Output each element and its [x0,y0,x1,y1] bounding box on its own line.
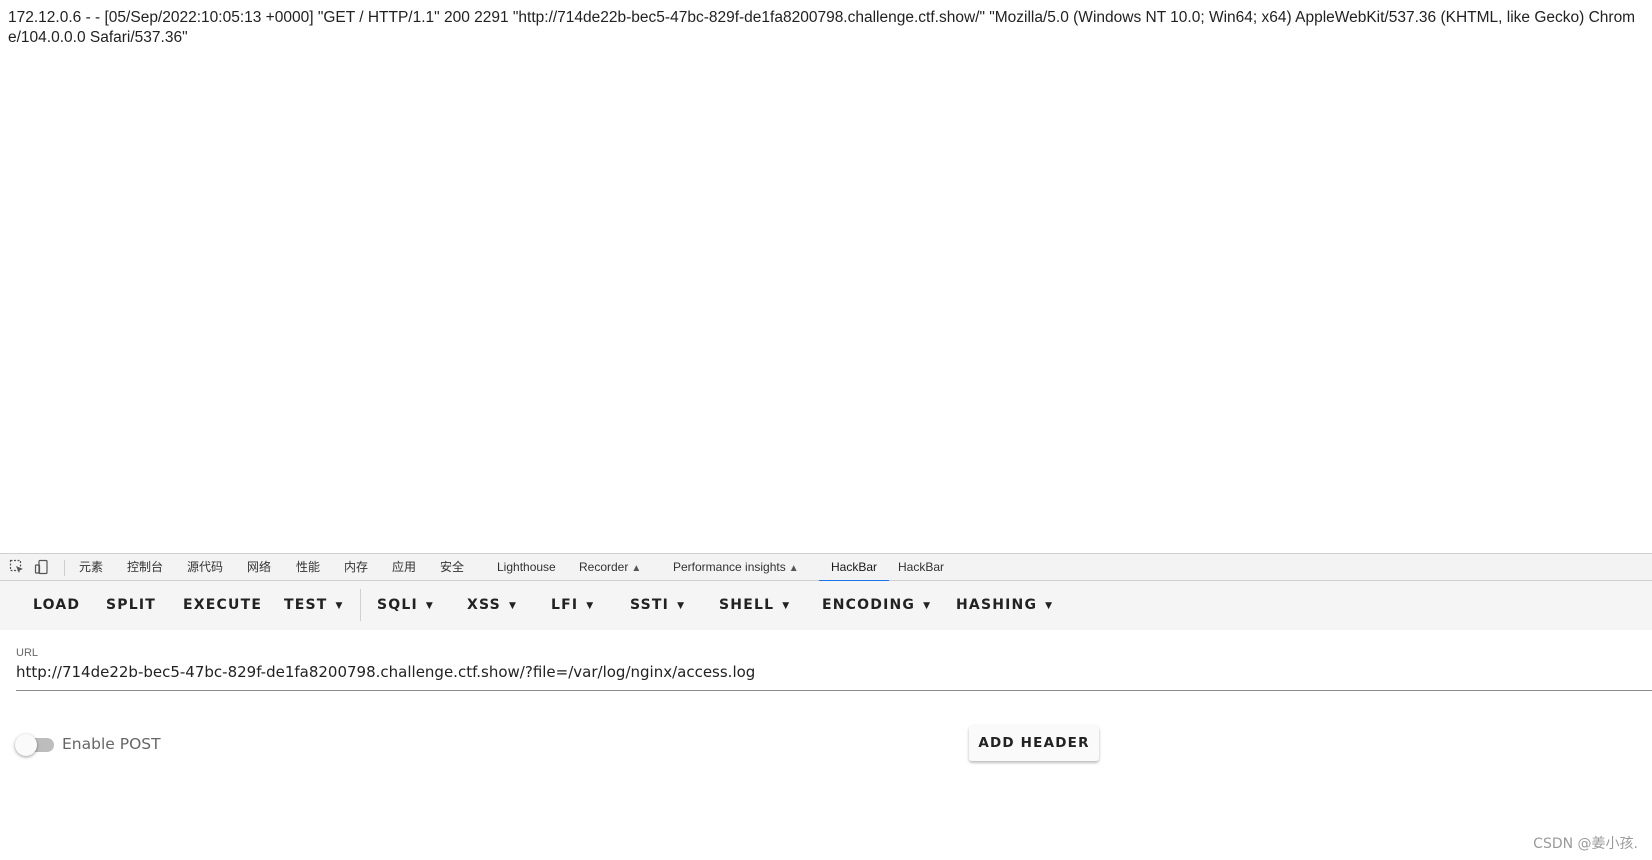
enable-post-toggle-knob[interactable] [15,734,37,756]
tab-security[interactable]: 安全 [440,554,464,581]
inspect-icon[interactable] [9,559,25,575]
encoding-menu-label: ENCODING [822,597,916,613]
test-menu-button[interactable]: TEST ▼ [284,581,344,630]
xss-menu-label: XSS [467,597,501,613]
tab-network[interactable]: 网络 [247,554,271,581]
tab-memory[interactable]: 内存 [344,554,368,581]
hashing-menu-label: HASHING [956,597,1038,613]
tab-performance[interactable]: 性能 [296,554,320,581]
tab-elements[interactable]: 元素 [79,554,103,581]
tab-console[interactable]: 控制台 [127,554,163,581]
chevron-down-icon: ▼ [508,601,518,611]
toolbar-separator [360,589,361,621]
chevron-down-icon: ▼ [586,601,595,611]
devtools-separator [64,560,65,576]
tab-performance-insights-label: Performance insights [673,560,786,574]
experiment-flask-icon: ▲ [788,563,799,574]
shell-menu-label: SHELL [719,597,775,613]
chevron-down-icon: ▼ [1045,601,1054,611]
ssti-menu-label: SSTI [630,597,670,613]
add-header-button[interactable]: ADD HEADER [969,726,1099,761]
encoding-menu-button[interactable]: ENCODING ▼ [822,581,931,630]
watermark-text: CSDN @姜小孩. [1533,836,1638,852]
enable-post-label: Enable POST [62,735,161,753]
tab-hackbar[interactable]: HackBar [898,554,944,581]
execute-button[interactable]: EXECUTE [183,581,262,630]
sqli-menu-button[interactable]: SQLI ▼ [377,581,434,630]
tab-recorder[interactable]: Recorder ▲ [579,554,641,581]
devtools-tabbar: 元素 控制台 源代码 网络 性能 内存 应用 安全 Lighthouse Rec… [0,553,1652,582]
url-field-label: URL [16,647,39,659]
chevron-down-icon: ▼ [923,601,932,611]
url-input[interactable]: http://714de22b-bec5-47bc-829f-de1fa8200… [16,663,1636,681]
chevron-down-icon: ▼ [782,601,791,611]
page-log-text: 172.12.0.6 - - [05/Sep/2022:10:05:13 +00… [8,9,1636,46]
tab-sources[interactable]: 源代码 [187,554,223,581]
tab-recorder-label: Recorder [579,560,629,574]
shell-menu-button[interactable]: SHELL ▼ [719,581,790,630]
tab-performance-insights[interactable]: Performance insights ▲ [673,554,799,581]
tab-lighthouse[interactable]: Lighthouse [497,554,556,581]
lfi-menu-button[interactable]: LFI ▼ [551,581,594,630]
split-button[interactable]: SPLIT [106,581,156,630]
url-input-underline [16,690,1652,691]
chevron-down-icon: ▼ [677,601,686,611]
xss-menu-button[interactable]: XSS ▼ [467,581,517,630]
devtools-panel: 元素 控制台 源代码 网络 性能 内存 应用 安全 Lighthouse Rec… [0,553,1652,860]
lfi-menu-label: LFI [551,597,579,613]
ssti-menu-button[interactable]: SSTI ▼ [630,581,685,630]
experiment-flask-icon: ▲ [631,563,642,574]
device-toolbar-icon[interactable] [34,559,50,575]
hackbar-toolbar: LOAD SPLIT EXECUTE TEST ▼ SQLI ▼ XSS ▼ LFI ▼… [0,581,1652,630]
test-menu-label: TEST [284,597,328,613]
chevron-down-icon: ▼ [335,601,344,611]
chevron-down-icon: ▼ [425,601,435,611]
load-button[interactable]: LOAD [33,581,80,630]
tab-application[interactable]: 应用 [392,554,416,581]
tab-hackbar-active[interactable]: HackBar [818,554,890,582]
sqli-menu-label: SQLI [377,597,418,613]
hashing-menu-button[interactable]: HASHING ▼ [956,581,1053,630]
